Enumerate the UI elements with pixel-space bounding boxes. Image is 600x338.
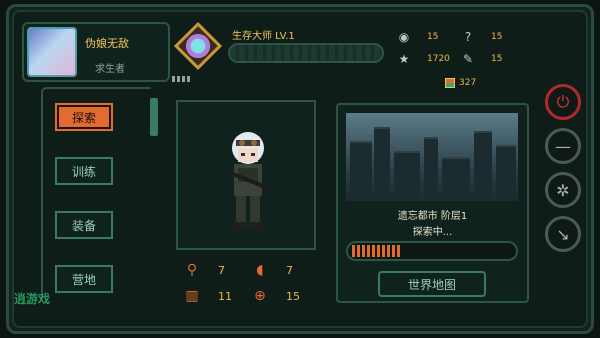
nav-scrollbar[interactable]	[150, 98, 158, 136]
resource-bullet-value: 7	[286, 263, 293, 277]
nav-equip-button[interactable]: 装备	[55, 211, 113, 239]
crosshair-icon: ⊕	[254, 288, 266, 304]
nav-camp-button[interactable]: 营地	[55, 265, 113, 293]
exploration-status: 探索中...	[412, 227, 453, 238]
resource-ammo-value: 11	[218, 289, 232, 303]
stat-star: ★ 1720	[397, 52, 450, 66]
shield-icon: ◉	[398, 30, 410, 44]
exploration-progress-bar	[346, 241, 518, 261]
gear-icon: ✲	[556, 180, 570, 200]
location-image	[346, 113, 518, 201]
resource-crosshair-value: 15	[286, 289, 300, 303]
character-sprite	[226, 132, 277, 230]
collapse-button[interactable]: ↘	[545, 216, 581, 252]
location-name: 遗忘都市 阶层1	[397, 211, 468, 222]
ammo-icon: ▥	[185, 288, 199, 304]
character-panel	[176, 100, 316, 250]
level-progress-bar	[228, 43, 384, 63]
power-icon: ⏻	[556, 92, 570, 111]
stat-wrench: ✎ 15	[461, 52, 502, 66]
stat-shield: ◉ 15	[397, 30, 439, 44]
nav-explore-button[interactable]: 探索	[55, 103, 113, 131]
bullet-icon: ◖	[256, 262, 264, 278]
rank-badge-icon	[173, 21, 223, 71]
resource-ammo: ▥ 11	[184, 288, 232, 304]
stat-star-value: 1720	[427, 54, 450, 64]
exploration-panel: 遗忘都市 阶层1 探索中... 世界地图	[336, 103, 529, 303]
stat-question: ? 15	[461, 30, 503, 44]
nav-train-button[interactable]: 训练	[55, 157, 113, 185]
player-title: 求生者	[95, 64, 125, 75]
minimize-button[interactable]: —	[545, 128, 581, 164]
stat-shield-value: 15	[427, 32, 439, 42]
avatar[interactable]	[27, 27, 77, 77]
player-name: 伪娘无敌	[85, 37, 129, 50]
arrow-down-right-icon: ↘	[556, 224, 570, 244]
resource-search: ⚲ 7	[184, 262, 225, 278]
main-nav: 探索 训练 装备 营地	[41, 87, 151, 299]
settings-button[interactable]: ✲	[545, 172, 581, 208]
resource-search-value: 7	[218, 263, 225, 277]
world-map-button[interactable]: 世界地图	[378, 271, 486, 297]
currency-value: 327	[459, 78, 477, 88]
currency-display: 327	[445, 78, 476, 88]
resource-crosshair: ⊕ 15	[252, 288, 300, 304]
minus-icon: —	[555, 136, 571, 156]
stat-question-value: 15	[491, 32, 503, 42]
wrench-icon: ✎	[462, 52, 474, 66]
status-bars-decor	[172, 76, 192, 82]
coin-icon	[445, 78, 455, 88]
question-icon: ?	[464, 30, 472, 44]
star-icon: ★	[398, 52, 410, 66]
stat-wrench-value: 15	[491, 54, 503, 64]
watermark-logo: 逍游戏	[14, 292, 51, 306]
power-button[interactable]: ⏻	[545, 84, 581, 120]
level-title: 生存大师 LV.1	[232, 31, 295, 42]
magnifier-icon: ⚲	[186, 262, 198, 278]
resource-bullet: ◖ 7	[252, 262, 293, 278]
